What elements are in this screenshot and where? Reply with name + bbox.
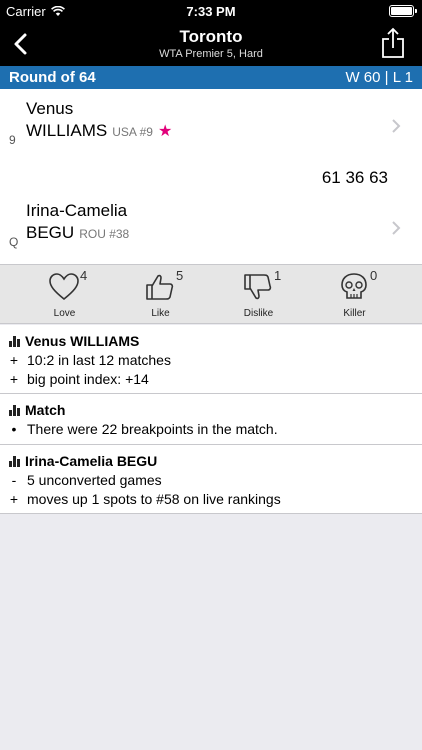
player-seed: 9 bbox=[9, 133, 16, 147]
battery-icon bbox=[389, 5, 417, 17]
player-row-1[interactable]: Venus 9 WILLIAMS USA #9 ★ bbox=[0, 97, 422, 157]
chevron-right-icon bbox=[392, 221, 401, 235]
thumbs-up-icon bbox=[146, 274, 174, 300]
match-card: Venus 9 WILLIAMS USA #9 ★ 61 36 63 Irina… bbox=[0, 89, 422, 265]
stat-text: big point index: +14 bbox=[27, 371, 149, 387]
stat-bullet: + bbox=[9, 352, 19, 368]
section-title: Match bbox=[25, 402, 66, 418]
player-last-name: BEGU bbox=[26, 223, 75, 242]
stat-text: 5 unconverted games bbox=[27, 472, 162, 488]
dislike-reaction-button[interactable]: 1 Dislike bbox=[210, 265, 307, 324]
section-title: Venus WILLIAMS bbox=[25, 333, 140, 349]
stats-section-player-1: Venus WILLIAMS + 10:2 in last 12 matches… bbox=[0, 325, 422, 394]
player-row-2[interactable]: Irina-Camelia Q BEGU ROU #38 bbox=[0, 199, 422, 259]
dislike-count: 1 bbox=[274, 268, 282, 283]
love-count: 4 bbox=[80, 268, 88, 283]
stat-text: 10:2 in last 12 matches bbox=[27, 352, 171, 368]
stat-bullet: - bbox=[11, 472, 17, 488]
player-country-rank: USA #9 bbox=[112, 125, 153, 139]
chevron-right-icon bbox=[392, 119, 401, 133]
like-label: Like bbox=[151, 308, 170, 319]
stat-line: - 5 unconverted games bbox=[9, 472, 162, 488]
stat-bullet: + bbox=[9, 371, 19, 387]
round-label: Round of 64 bbox=[9, 69, 96, 86]
stat-line: + 10:2 in last 12 matches bbox=[9, 352, 171, 368]
stat-text: moves up 1 spots to #58 on live rankings bbox=[27, 491, 281, 507]
player-country-rank: ROU #38 bbox=[79, 227, 130, 241]
player-seed: Q bbox=[9, 235, 19, 249]
player-first-name: Irina-Camelia bbox=[26, 201, 128, 220]
stats-bar-icon bbox=[9, 335, 20, 347]
stat-bullet: • bbox=[11, 421, 17, 437]
stat-line: • There were 22 breakpoints in the match… bbox=[9, 421, 278, 437]
thumbs-down-icon bbox=[244, 274, 272, 300]
dislike-label: Dislike bbox=[243, 308, 274, 319]
killer-reaction-button[interactable]: 0 Killer bbox=[306, 265, 403, 324]
round-header: Round of 64 W 60 | L 1 bbox=[0, 66, 422, 89]
share-button[interactable] bbox=[380, 27, 406, 59]
love-label: Love bbox=[53, 308, 76, 319]
page-subtitle: WTA Premier 5, Hard bbox=[159, 48, 263, 60]
stat-line: + big point index: +14 bbox=[9, 371, 149, 387]
win-loss-record: W 60 | L 1 bbox=[345, 69, 413, 86]
navigation-bar: Toronto WTA Premier 5, Hard bbox=[0, 22, 422, 66]
favorite-star-icon: ★ bbox=[157, 123, 173, 140]
stat-bullet: + bbox=[9, 491, 19, 507]
killer-label: Killer bbox=[343, 308, 366, 319]
match-score: 61 36 63 bbox=[321, 168, 388, 187]
skull-icon bbox=[341, 273, 367, 299]
section-title: Irina-Camelia BEGU bbox=[25, 453, 158, 469]
stat-line: + moves up 1 spots to #58 on live rankin… bbox=[9, 491, 281, 507]
killer-count: 0 bbox=[370, 268, 378, 283]
status-bar: Carrier 7:33 PM bbox=[0, 0, 422, 22]
stats-bar-icon bbox=[9, 404, 20, 416]
stats-bar-icon bbox=[9, 455, 20, 467]
status-time: 7:33 PM bbox=[186, 4, 236, 19]
player-first-name: Venus bbox=[26, 99, 74, 118]
like-count: 5 bbox=[176, 268, 184, 283]
love-reaction-button[interactable]: 4 Love bbox=[16, 265, 113, 324]
stat-text: There were 22 breakpoints in the match. bbox=[27, 421, 278, 437]
like-reaction-button[interactable]: 5 Like bbox=[112, 265, 209, 324]
page-title: Toronto bbox=[179, 27, 243, 46]
reaction-bar: 4 Love 5 Like 1 Dislike 0 Killer bbox=[0, 265, 422, 324]
heart-icon bbox=[49, 273, 79, 301]
stats-section-player-2: Irina-Camelia BEGU - 5 unconverted games… bbox=[0, 445, 422, 514]
player-last-name: WILLIAMS bbox=[26, 121, 108, 140]
stats-section-match: Match • There were 22 breakpoints in the… bbox=[0, 394, 422, 445]
